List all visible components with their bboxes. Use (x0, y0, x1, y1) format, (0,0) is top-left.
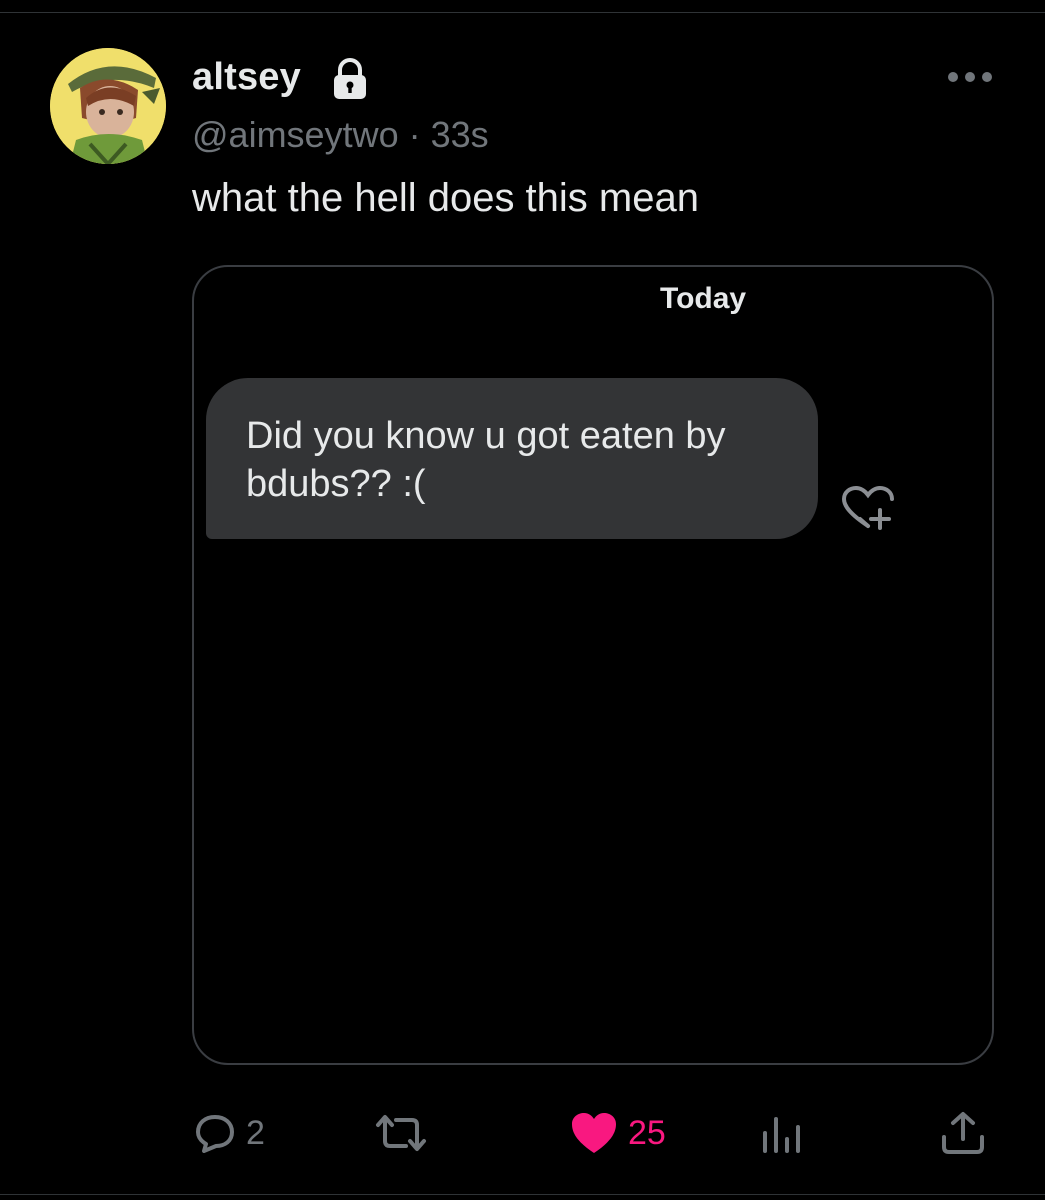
retweet-button[interactable] (372, 1108, 430, 1158)
views-icon (763, 1117, 800, 1153)
avatar[interactable] (50, 48, 166, 164)
heart-icon (572, 1113, 616, 1153)
more-icon[interactable] (946, 70, 994, 84)
separator: · (408, 114, 421, 155)
message-bubble: Did you know u got eaten by bdubs?? :( (206, 378, 818, 539)
display-name[interactable]: altsey (192, 56, 301, 99)
views-button[interactable] (760, 1108, 804, 1158)
retweet-icon (376, 1115, 426, 1151)
lock-icon (334, 58, 366, 99)
heart-plus-icon (841, 486, 894, 530)
handle-line: @aimseytwo · 33s (192, 114, 489, 156)
handle[interactable]: @aimseytwo (192, 114, 399, 155)
like-count: 25 (628, 1113, 666, 1152)
top-divider (0, 12, 1045, 13)
share-icon (942, 1112, 984, 1154)
tweet-text: what the hell does this mean (192, 176, 699, 220)
reply-count: 2 (246, 1113, 265, 1152)
share-button[interactable] (940, 1108, 986, 1158)
date-header: Today (660, 282, 747, 315)
bottom-divider (0, 1194, 1045, 1195)
reply-icon (196, 1115, 234, 1153)
timestamp[interactable]: 33s (431, 114, 489, 155)
like-button[interactable]: 25 (570, 1108, 666, 1158)
reply-button[interactable]: 2 (194, 1108, 265, 1158)
